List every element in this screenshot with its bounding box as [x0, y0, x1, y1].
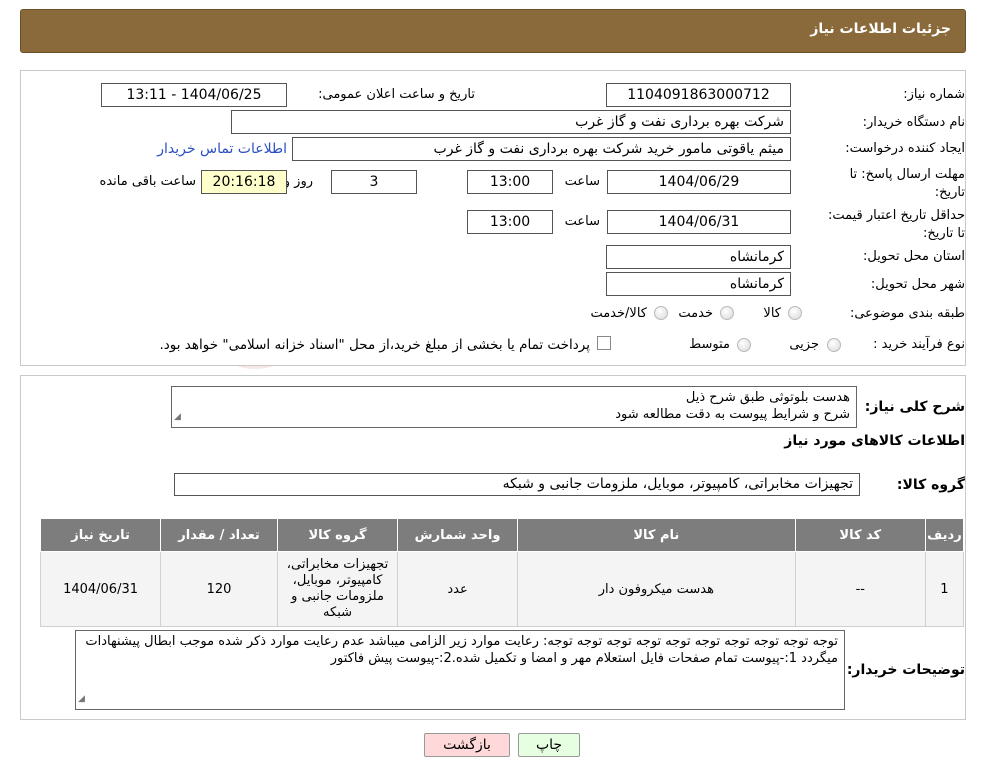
- goods-group-label: گروه کالا:: [896, 477, 965, 493]
- announce-datetime-field: 1404/06/25 - 13:11: [101, 83, 287, 107]
- validity-label: حداقل تاریخ اعتبار قیمت: تا تاریخ:: [825, 207, 965, 243]
- category-label: طبقه بندی موضوعی:: [849, 306, 965, 321]
- category-service-label: خدمت: [678, 306, 713, 321]
- cell-quantity: 120: [160, 551, 279, 627]
- cell-unit: عدد: [397, 551, 519, 627]
- remaining-days-label: روز و: [283, 174, 313, 189]
- need-number-label: شماره نیاز:: [903, 87, 965, 102]
- buyer-notes-label: توضیحات خریدار:: [846, 662, 965, 678]
- reply-date-field: 1404/06/29: [607, 170, 791, 194]
- reply-deadline-label-text: مهلت ارسال پاسخ: تا تاریخ:: [849, 167, 965, 200]
- description-textarea[interactable]: هدست بلوتوثی طبق شرح ذیل شرح و شرایط پیو…: [171, 386, 857, 428]
- province-field: کرمانشاه: [606, 245, 791, 269]
- goods-group-field: تجهیزات مخابراتی، کامپیوتر، موبایل، ملزو…: [174, 473, 860, 496]
- cell-row: 1: [924, 551, 965, 627]
- remaining-days-field: 3: [331, 170, 417, 194]
- treasury-checkbox[interactable]: [597, 336, 611, 350]
- process-medium-label: متوسط: [689, 337, 730, 352]
- requester-label: ایجاد کننده درخواست:: [845, 141, 965, 156]
- cell-group: تجهیزات مخابراتی، کامپیوتر، موبایل، ملزو…: [277, 551, 399, 627]
- col-code: کد کالا: [794, 518, 926, 552]
- process-note: پرداخت تمام یا بخشی از مبلغ خرید،از محل …: [159, 337, 590, 353]
- buyer-contact-link[interactable]: اطلاعات تماس خریدار: [157, 141, 287, 157]
- goods-table: ردیف کد کالا نام کالا واحد شمارش گروه کا…: [39, 518, 965, 627]
- description-line-1: هدست بلوتوثی طبق شرح ذیل: [685, 390, 850, 405]
- validity-label-text: حداقل تاریخ اعتبار قیمت: تا تاریخ:: [827, 208, 965, 241]
- goods-section-title: اطلاعات کالاهای مورد نیاز: [784, 433, 965, 449]
- process-medium-radio[interactable]: [737, 338, 751, 352]
- cell-name: هدست میکروفون دار: [517, 551, 796, 627]
- category-goods-radio[interactable]: [788, 306, 802, 320]
- category-goods-service-label: کالا/خدمت: [590, 306, 647, 321]
- cell-code: --: [794, 551, 926, 627]
- buyer-notes-text: توجه توجه توجه توجه توجه توجه توجه توجه …: [85, 634, 838, 666]
- remaining-time-label: ساعت باقی مانده: [99, 174, 196, 189]
- buyer-notes-textarea[interactable]: توجه توجه توجه توجه توجه توجه توجه توجه …: [75, 630, 845, 710]
- buyer-org-field: شرکت بهره برداری نفت و گاز غرب: [231, 110, 791, 134]
- process-minor-label: جزیی: [789, 337, 819, 352]
- validity-date-field: 1404/06/31: [607, 210, 791, 234]
- description-label: شرح کلی نیاز:: [864, 399, 965, 415]
- page-header: جزئیات اطلاعات نیاز: [20, 9, 966, 53]
- resize-grip-icon[interactable]: ◢: [174, 409, 181, 426]
- col-group: گروه کالا: [277, 518, 399, 552]
- announce-datetime-label: تاریخ و ساعت اعلان عمومی:: [318, 87, 475, 102]
- goods-table-header: ردیف کد کالا نام کالا واحد شمارش گروه کا…: [39, 518, 965, 552]
- validity-time-label: ساعت: [564, 214, 600, 229]
- process-label: نوع فرآیند خرید :: [873, 337, 965, 352]
- category-goods-service-radio[interactable]: [654, 306, 668, 320]
- remaining-time-field: 20:16:18: [201, 170, 287, 194]
- cell-need-date: 1404/06/31: [39, 551, 162, 627]
- col-row: ردیف: [924, 518, 965, 552]
- col-unit: واحد شمارش: [397, 518, 519, 552]
- requester-field: میثم یاقوتی مامور خرید شرکت بهره برداری …: [292, 137, 791, 161]
- city-label: شهر محل تحویل:: [870, 277, 965, 292]
- table-row: 1 -- هدست میکروفون دار عدد تجهیزات مخابر…: [39, 551, 965, 627]
- print-button[interactable]: چاپ: [518, 733, 580, 757]
- reply-time-label: ساعت: [564, 174, 600, 189]
- col-name: نام کالا: [517, 518, 796, 552]
- col-need-date: تاریخ نیاز: [39, 518, 162, 552]
- buyer-org-label: نام دستگاه خریدار:: [862, 115, 965, 130]
- category-goods-label: کالا: [763, 306, 781, 321]
- description-line-2: شرح و شرایط پیوست به دقت مطالعه شود: [615, 407, 850, 422]
- city-field: کرمانشاه: [606, 272, 791, 296]
- need-number-field: 1104091863000712: [606, 83, 791, 107]
- reply-time-field: 13:00: [467, 170, 553, 194]
- validity-time-field: 13:00: [467, 210, 553, 234]
- category-service-radio[interactable]: [720, 306, 734, 320]
- page-title: جزئیات اطلاعات نیاز: [810, 21, 951, 37]
- back-button[interactable]: بازگشت: [424, 733, 510, 757]
- reply-deadline-label: مهلت ارسال پاسخ: تا تاریخ:: [837, 166, 965, 202]
- province-label: استان محل تحویل:: [863, 249, 965, 264]
- resize-grip-icon[interactable]: ◢: [78, 691, 85, 708]
- process-minor-radio[interactable]: [827, 338, 841, 352]
- col-quantity: تعداد / مقدار: [160, 518, 279, 552]
